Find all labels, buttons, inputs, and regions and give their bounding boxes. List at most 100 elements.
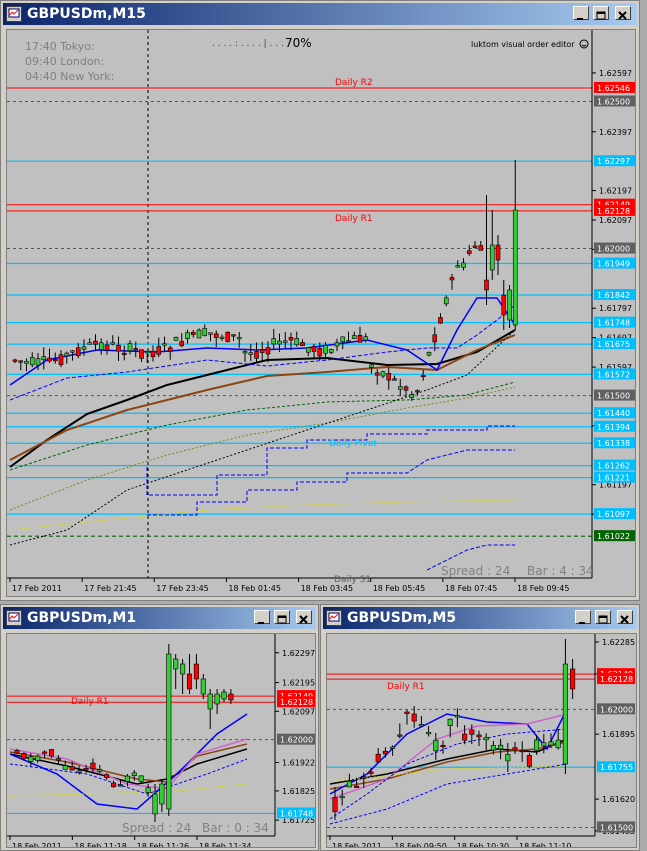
candle-body [426,352,432,356]
chart-window-m5[interactable]: GBPUSDm,M5 1.622851.621501.618951.616201… [320,604,640,851]
candle-body [207,693,213,710]
candle-body [432,334,438,343]
close-button[interactable] [615,6,631,20]
close-button[interactable] [296,610,312,624]
candle-body [305,347,311,353]
candle-body [501,294,507,316]
chart-window-icon [6,6,22,22]
price-tag-label: 1.61097 [597,510,630,519]
maximize-button[interactable] [593,6,609,20]
chart-canvas[interactable]: 1.62297 1.62195 1.62097 1.61922 1.61825 1.617… [7,634,316,848]
minimize-button[interactable] [254,610,270,624]
candle-body [18,360,24,363]
price-tag-label: 1.61440 [597,409,630,418]
bar-timer: Bar : 4 : 34 [527,564,594,578]
candle-body [228,693,234,701]
chart-canvas[interactable]: 1.625971.623971.621971.620971.619971.617… [7,30,636,597]
candle-body [185,332,190,339]
candle-body [357,335,363,343]
candle-body [167,347,173,352]
candle-body [328,349,334,353]
time-tick-label: 18 Feb 07:45 [445,584,497,593]
chart-canvas[interactable]: 1.622851.621501.618951.616201.61485 1.62… [327,634,637,848]
candle-body [166,653,172,810]
candle-body [418,724,424,727]
price-chart-m1[interactable]: 1.62297 1.62195 1.62097 1.61922 1.61825 1.617… [6,633,316,848]
candle-body [55,758,61,761]
candle-body [380,371,386,377]
candle-body [548,741,554,746]
candle-body [489,244,495,271]
maximize-button[interactable] [274,610,290,624]
candle-body [449,277,455,281]
price-tick-label: 1.61797 [599,304,632,313]
close-button[interactable] [617,610,633,624]
title-bar[interactable]: GBPUSDm,M5 [323,607,637,629]
time-tick-label: 18 Feb 09:50 [394,842,446,848]
candle-body [351,335,357,339]
clock-london: 09:40 London: [25,55,104,68]
smiley-icon [579,39,589,49]
candle-body [58,354,64,366]
title-bar[interactable]: GBPUSDm,M15 [3,3,637,25]
time-tick-label: 18 Feb 03:45 [301,584,353,593]
candle-body [35,755,41,761]
candle-body [294,338,300,346]
price-tag-label: 1.61500 [600,823,633,832]
candle-body [104,774,110,778]
candle-body [490,745,496,751]
candle-body [213,333,219,338]
time-tick-label: 17 Feb 2011 [12,584,62,593]
clock-newyork: 04:40 New York: [25,70,114,83]
price-tag-label: 1.62546 [597,84,630,93]
candle-body [392,378,397,381]
price-tick-label: 1.61895 [602,730,635,739]
bar-timer: Bar : 0 : 34 [202,821,269,835]
candle-body [242,351,248,354]
candle-body [455,265,461,268]
candle-body [21,753,27,759]
candle-body [186,673,193,690]
candle-body [152,793,158,815]
minimize-button[interactable] [573,6,589,20]
price-chart-m15[interactable]: 1.625971.623971.621971.620971.619971.617… [6,29,636,597]
price-tag-label: 1.61500 [597,392,630,401]
candle-body [97,769,103,772]
ma-yellow-dot [9,499,516,531]
candle-body [354,785,360,788]
candle-body [28,756,34,762]
price-tick-label: 1.62197 [599,187,632,196]
title-bar[interactable]: GBPUSDm,M1 [3,607,316,629]
chart-window-m15[interactable]: GBPUSDm,M15 1.62597 1.62397 1.62197 1.62097… [0,0,640,601]
candle-body [116,344,121,352]
candle-body [420,374,426,378]
moving-averages [9,713,248,810]
price-chart-m5[interactable]: 1.622851.621501.618951.616201.61485 1.62… [326,633,637,848]
maximize-button[interactable] [595,610,611,624]
candle-body [231,334,236,337]
candle-body [75,347,81,357]
candle-body [462,733,468,741]
chart-window-icon [326,610,342,626]
price-tag-label: 1.61262 [597,462,630,471]
candle-body [334,342,340,347]
level-lines [7,695,275,815]
candle-body [52,359,58,362]
minimize-button[interactable] [575,610,591,624]
candle-body [62,765,68,770]
candle-body [138,775,144,782]
chart-window-m1[interactable]: GBPUSDm,M1 1.62297 1.62195 1.62097 1.61922 1… [0,604,319,851]
candle-body [117,784,124,787]
spread-readout: Spread : 24 [122,821,191,835]
candle-body [415,390,420,393]
price-tag-label: 1.62000 [597,245,630,254]
moving-averages [9,297,516,571]
candle-body [47,357,52,362]
candle-body [179,341,185,347]
time-scale: 18 Feb 2011 18 Feb 11:18 18 Feb 11:26 18 Fe… [9,836,251,847]
price-tag-label: 1.61394 [597,423,630,432]
candle-body [433,739,439,752]
time-tick-label: 18 Feb 2011 [332,842,382,848]
candle-body [361,776,367,779]
clock-tokyo: 17:40 Tokyo: [25,40,95,53]
